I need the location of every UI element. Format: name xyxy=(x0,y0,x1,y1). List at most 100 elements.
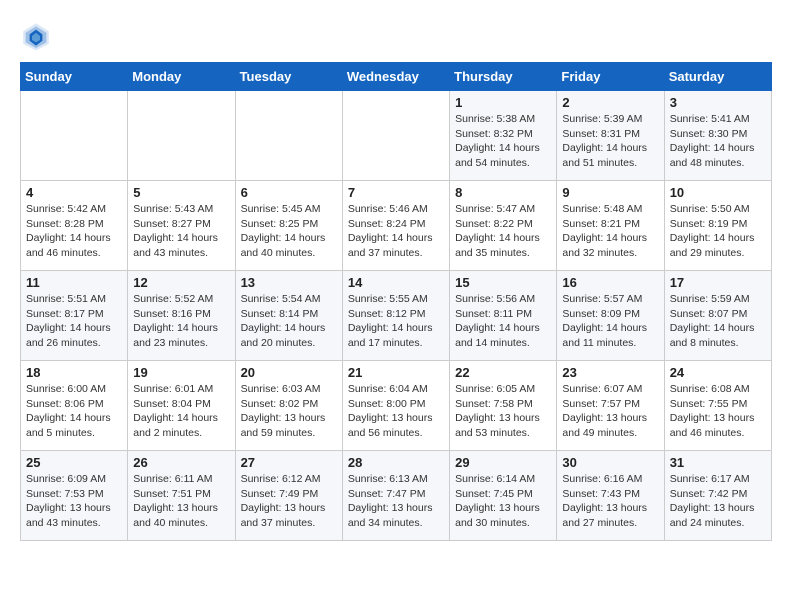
day-cell xyxy=(235,91,342,181)
day-number: 16 xyxy=(562,275,658,290)
day-number: 30 xyxy=(562,455,658,470)
day-number: 26 xyxy=(133,455,229,470)
header-cell-friday: Friday xyxy=(557,63,664,91)
day-cell: 15Sunrise: 5:56 AM Sunset: 8:11 PM Dayli… xyxy=(450,271,557,361)
day-number: 28 xyxy=(348,455,444,470)
day-info: Sunrise: 5:57 AM Sunset: 8:09 PM Dayligh… xyxy=(562,292,658,351)
day-info: Sunrise: 5:43 AM Sunset: 8:27 PM Dayligh… xyxy=(133,202,229,261)
day-info: Sunrise: 5:51 AM Sunset: 8:17 PM Dayligh… xyxy=(26,292,122,351)
day-info: Sunrise: 6:03 AM Sunset: 8:02 PM Dayligh… xyxy=(241,382,337,441)
day-info: Sunrise: 5:52 AM Sunset: 8:16 PM Dayligh… xyxy=(133,292,229,351)
day-cell: 20 Sunrise: 6:03 AM Sunset: 8:02 PM Dayli… xyxy=(235,361,342,451)
day-info: Sunrise: 5:54 AM Sunset: 8:14 PM Dayligh… xyxy=(241,292,337,351)
day-number: 4 xyxy=(26,185,122,200)
day-info: Sunrise: 6:00 AM Sunset: 8:06 PM Dayligh… xyxy=(26,382,122,441)
day-cell: 7 Sunrise: 5:46 AM Sunset: 8:24 PM Daylig… xyxy=(342,181,449,271)
day-cell: 6 Sunrise: 5:45 AM Sunset: 8:25 PM Daylig… xyxy=(235,181,342,271)
day-number: 21 xyxy=(348,365,444,380)
day-info: Sunrise: 5:45 AM Sunset: 8:25 PM Dayligh… xyxy=(241,202,337,261)
calendar-header-row: SundayMondayTuesdayWednesdayThursdayFrid… xyxy=(21,63,772,91)
day-info: Sunrise: 6:11 AM Sunset: 7:51 PM Dayligh… xyxy=(133,472,229,531)
day-info: Sunrise: 5:41 AM Sunset: 8:30 PM Dayligh… xyxy=(670,112,766,171)
header-cell-sunday: Sunday xyxy=(21,63,128,91)
day-cell: 19 Sunrise: 6:01 AM Sunset: 8:04 PM Dayli… xyxy=(128,361,235,451)
day-number: 22 xyxy=(455,365,551,380)
header-cell-monday: Monday xyxy=(128,63,235,91)
day-cell: 8 Sunrise: 5:47 AM Sunset: 8:22 PM Daylig… xyxy=(450,181,557,271)
day-info: Sunrise: 5:46 AM Sunset: 8:24 PM Dayligh… xyxy=(348,202,444,261)
week-row-1: 1 Sunrise: 5:38 AM Sunset: 8:32 PM Daylig… xyxy=(21,91,772,181)
day-cell: 18 Sunrise: 6:00 AM Sunset: 8:06 PM Dayli… xyxy=(21,361,128,451)
day-cell xyxy=(128,91,235,181)
day-info: Sunrise: 5:59 AM Sunset: 8:07 PM Dayligh… xyxy=(670,292,766,351)
day-number: 9 xyxy=(562,185,658,200)
day-cell: 29 Sunrise: 6:14 AM Sunset: 7:45 PM Dayli… xyxy=(450,451,557,541)
day-cell: 30Sunrise: 6:16 AM Sunset: 7:43 PM Dayli… xyxy=(557,451,664,541)
day-number: 31 xyxy=(670,455,766,470)
day-info: Sunrise: 6:14 AM Sunset: 7:45 PM Dayligh… xyxy=(455,472,551,531)
day-cell: 16 Sunrise: 5:57 AM Sunset: 8:09 PM Dayli… xyxy=(557,271,664,361)
day-cell: 25 Sunrise: 6:09 AM Sunset: 7:53 PM Dayli… xyxy=(21,451,128,541)
week-row-3: 11 Sunrise: 5:51 AM Sunset: 8:17 PM Dayli… xyxy=(21,271,772,361)
week-row-5: 25 Sunrise: 6:09 AM Sunset: 7:53 PM Dayli… xyxy=(21,451,772,541)
day-info: Sunrise: 6:07 AM Sunset: 7:57 PM Dayligh… xyxy=(562,382,658,441)
day-cell: 14Sunrise: 5:55 AM Sunset: 8:12 PM Dayli… xyxy=(342,271,449,361)
day-info: Sunrise: 6:01 AM Sunset: 8:04 PM Dayligh… xyxy=(133,382,229,441)
day-number: 11 xyxy=(26,275,122,290)
day-number: 8 xyxy=(455,185,551,200)
day-number: 29 xyxy=(455,455,551,470)
calendar-table: SundayMondayTuesdayWednesdayThursdayFrid… xyxy=(20,62,772,541)
day-cell: 13 Sunrise: 5:54 AM Sunset: 8:14 PM Dayli… xyxy=(235,271,342,361)
day-number: 10 xyxy=(670,185,766,200)
day-info: Sunrise: 6:12 AM Sunset: 7:49 PM Dayligh… xyxy=(241,472,337,531)
day-cell: 23 Sunrise: 6:07 AM Sunset: 7:57 PM Dayli… xyxy=(557,361,664,451)
day-number: 20 xyxy=(241,365,337,380)
day-number: 3 xyxy=(670,95,766,110)
page-header xyxy=(20,20,772,52)
day-cell: 17 Sunrise: 5:59 AM Sunset: 8:07 PM Dayli… xyxy=(664,271,771,361)
day-info: Sunrise: 6:09 AM Sunset: 7:53 PM Dayligh… xyxy=(26,472,122,531)
day-info: Sunrise: 5:48 AM Sunset: 8:21 PM Dayligh… xyxy=(562,202,658,261)
day-info: Sunrise: 6:13 AM Sunset: 7:47 PM Dayligh… xyxy=(348,472,444,531)
day-cell: 1 Sunrise: 5:38 AM Sunset: 8:32 PM Daylig… xyxy=(450,91,557,181)
day-number: 13 xyxy=(241,275,337,290)
day-cell: 21 Sunrise: 6:04 AM Sunset: 8:00 PM Dayli… xyxy=(342,361,449,451)
day-info: Sunrise: 5:47 AM Sunset: 8:22 PM Dayligh… xyxy=(455,202,551,261)
day-info: Sunrise: 5:38 AM Sunset: 8:32 PM Dayligh… xyxy=(455,112,551,171)
day-number: 27 xyxy=(241,455,337,470)
day-cell: 5 Sunrise: 5:43 AM Sunset: 8:27 PM Daylig… xyxy=(128,181,235,271)
day-number: 14 xyxy=(348,275,444,290)
day-cell xyxy=(342,91,449,181)
day-cell: 11 Sunrise: 5:51 AM Sunset: 8:17 PM Dayli… xyxy=(21,271,128,361)
day-number: 15 xyxy=(455,275,551,290)
day-number: 6 xyxy=(241,185,337,200)
day-cell: 4 Sunrise: 5:42 AM Sunset: 8:28 PM Daylig… xyxy=(21,181,128,271)
week-row-2: 4 Sunrise: 5:42 AM Sunset: 8:28 PM Daylig… xyxy=(21,181,772,271)
day-number: 23 xyxy=(562,365,658,380)
day-cell: 27 Sunrise: 6:12 AM Sunset: 7:49 PM Dayli… xyxy=(235,451,342,541)
day-number: 2 xyxy=(562,95,658,110)
day-number: 25 xyxy=(26,455,122,470)
day-info: Sunrise: 6:05 AM Sunset: 7:58 PM Dayligh… xyxy=(455,382,551,441)
day-number: 1 xyxy=(455,95,551,110)
day-cell: 3 Sunrise: 5:41 AM Sunset: 8:30 PM Daylig… xyxy=(664,91,771,181)
logo-icon xyxy=(20,20,52,52)
day-number: 18 xyxy=(26,365,122,380)
header-cell-wednesday: Wednesday xyxy=(342,63,449,91)
day-cell: 9 Sunrise: 5:48 AM Sunset: 8:21 PM Daylig… xyxy=(557,181,664,271)
day-number: 17 xyxy=(670,275,766,290)
day-number: 24 xyxy=(670,365,766,380)
header-cell-tuesday: Tuesday xyxy=(235,63,342,91)
day-cell: 28 Sunrise: 6:13 AM Sunset: 7:47 PM Dayli… xyxy=(342,451,449,541)
day-info: Sunrise: 6:04 AM Sunset: 8:00 PM Dayligh… xyxy=(348,382,444,441)
day-number: 19 xyxy=(133,365,229,380)
day-cell: 31Sunrise: 6:17 AM Sunset: 7:42 PM Dayli… xyxy=(664,451,771,541)
day-number: 5 xyxy=(133,185,229,200)
day-number: 7 xyxy=(348,185,444,200)
header-cell-saturday: Saturday xyxy=(664,63,771,91)
day-cell: 24Sunrise: 6:08 AM Sunset: 7:55 PM Dayli… xyxy=(664,361,771,451)
day-info: Sunrise: 5:42 AM Sunset: 8:28 PM Dayligh… xyxy=(26,202,122,261)
logo xyxy=(20,20,56,52)
day-number: 12 xyxy=(133,275,229,290)
day-info: Sunrise: 5:39 AM Sunset: 8:31 PM Dayligh… xyxy=(562,112,658,171)
